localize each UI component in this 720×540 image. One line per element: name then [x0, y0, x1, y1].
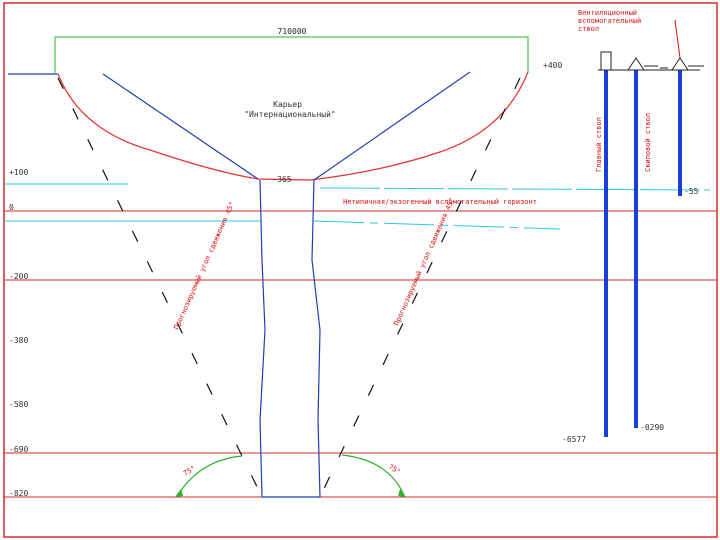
frame-border [3, 2, 718, 538]
ventilation-shaft-depth: -55 [684, 187, 699, 196]
level-label-820: -820 [9, 489, 28, 498]
level-label-200: -200 [9, 272, 28, 281]
ventilation-title-line3: ствол [578, 25, 599, 33]
level-label-690: -690 [9, 445, 28, 454]
pit-contour [57, 71, 529, 181]
left-slope-label: Прогнозируемый угол сдвижения 45° [173, 201, 237, 331]
slope-line-right [319, 77, 521, 498]
pit-wall-right [313, 71, 471, 181]
main-shaft-depth: -6577 [562, 435, 586, 444]
width-label: 710000 [278, 27, 307, 36]
pit-name-line1: Карьер [273, 100, 302, 109]
pit-wall-left [102, 73, 259, 180]
ventilation-pointer [674, 19, 681, 59]
pit-bottom-mark: -365 [272, 175, 291, 184]
angle-arc-right [341, 454, 405, 496]
orebody-right [311, 179, 321, 498]
ventilation-shaft-headframe-icon [671, 57, 689, 71]
mine-cross-section: 710000 Карьер "Интернациональный" -365 Н… [3, 2, 718, 538]
skip-shaft-depth: -0290 [640, 423, 664, 432]
level-label-100: +100 [9, 168, 28, 177]
ventilation-title-line2: вспомогательный [578, 17, 641, 25]
pit-name-line2: "Интернациональный" [244, 110, 336, 119]
level-label-0: 0 [9, 203, 14, 212]
water-line-right [319, 187, 711, 191]
main-shaft-label: Главный ствол [595, 117, 603, 172]
width-dimension [54, 36, 529, 73]
skip-shaft-building-icon [644, 65, 668, 69]
level-label-380: -380 [9, 336, 28, 345]
main-shaft-headframe-icon [600, 51, 612, 71]
level-label-400: +400 [543, 61, 562, 70]
pit-name: Карьер "Интернациональный" [244, 100, 336, 119]
mine-label: Нетипичная/экзогенный вспомогательный го… [343, 198, 537, 206]
ventilation-title: Вентиляционный вспомогательный ствол [578, 9, 645, 33]
skip-shaft-label: Скиповой ствол [644, 113, 652, 172]
diagram-stage: 710000 Карьер "Интернациональный" -365 Н… [0, 0, 720, 540]
slope-line-left [57, 77, 263, 498]
ventilation-title-line1: Вентиляционный [578, 9, 637, 17]
skip-shaft-headframe-icon [627, 57, 645, 71]
level-label-580: -580 [9, 400, 28, 409]
right-slope-label: Прогнозируемый угол сдвижения 45° [393, 197, 457, 327]
orebody-left [259, 179, 266, 498]
